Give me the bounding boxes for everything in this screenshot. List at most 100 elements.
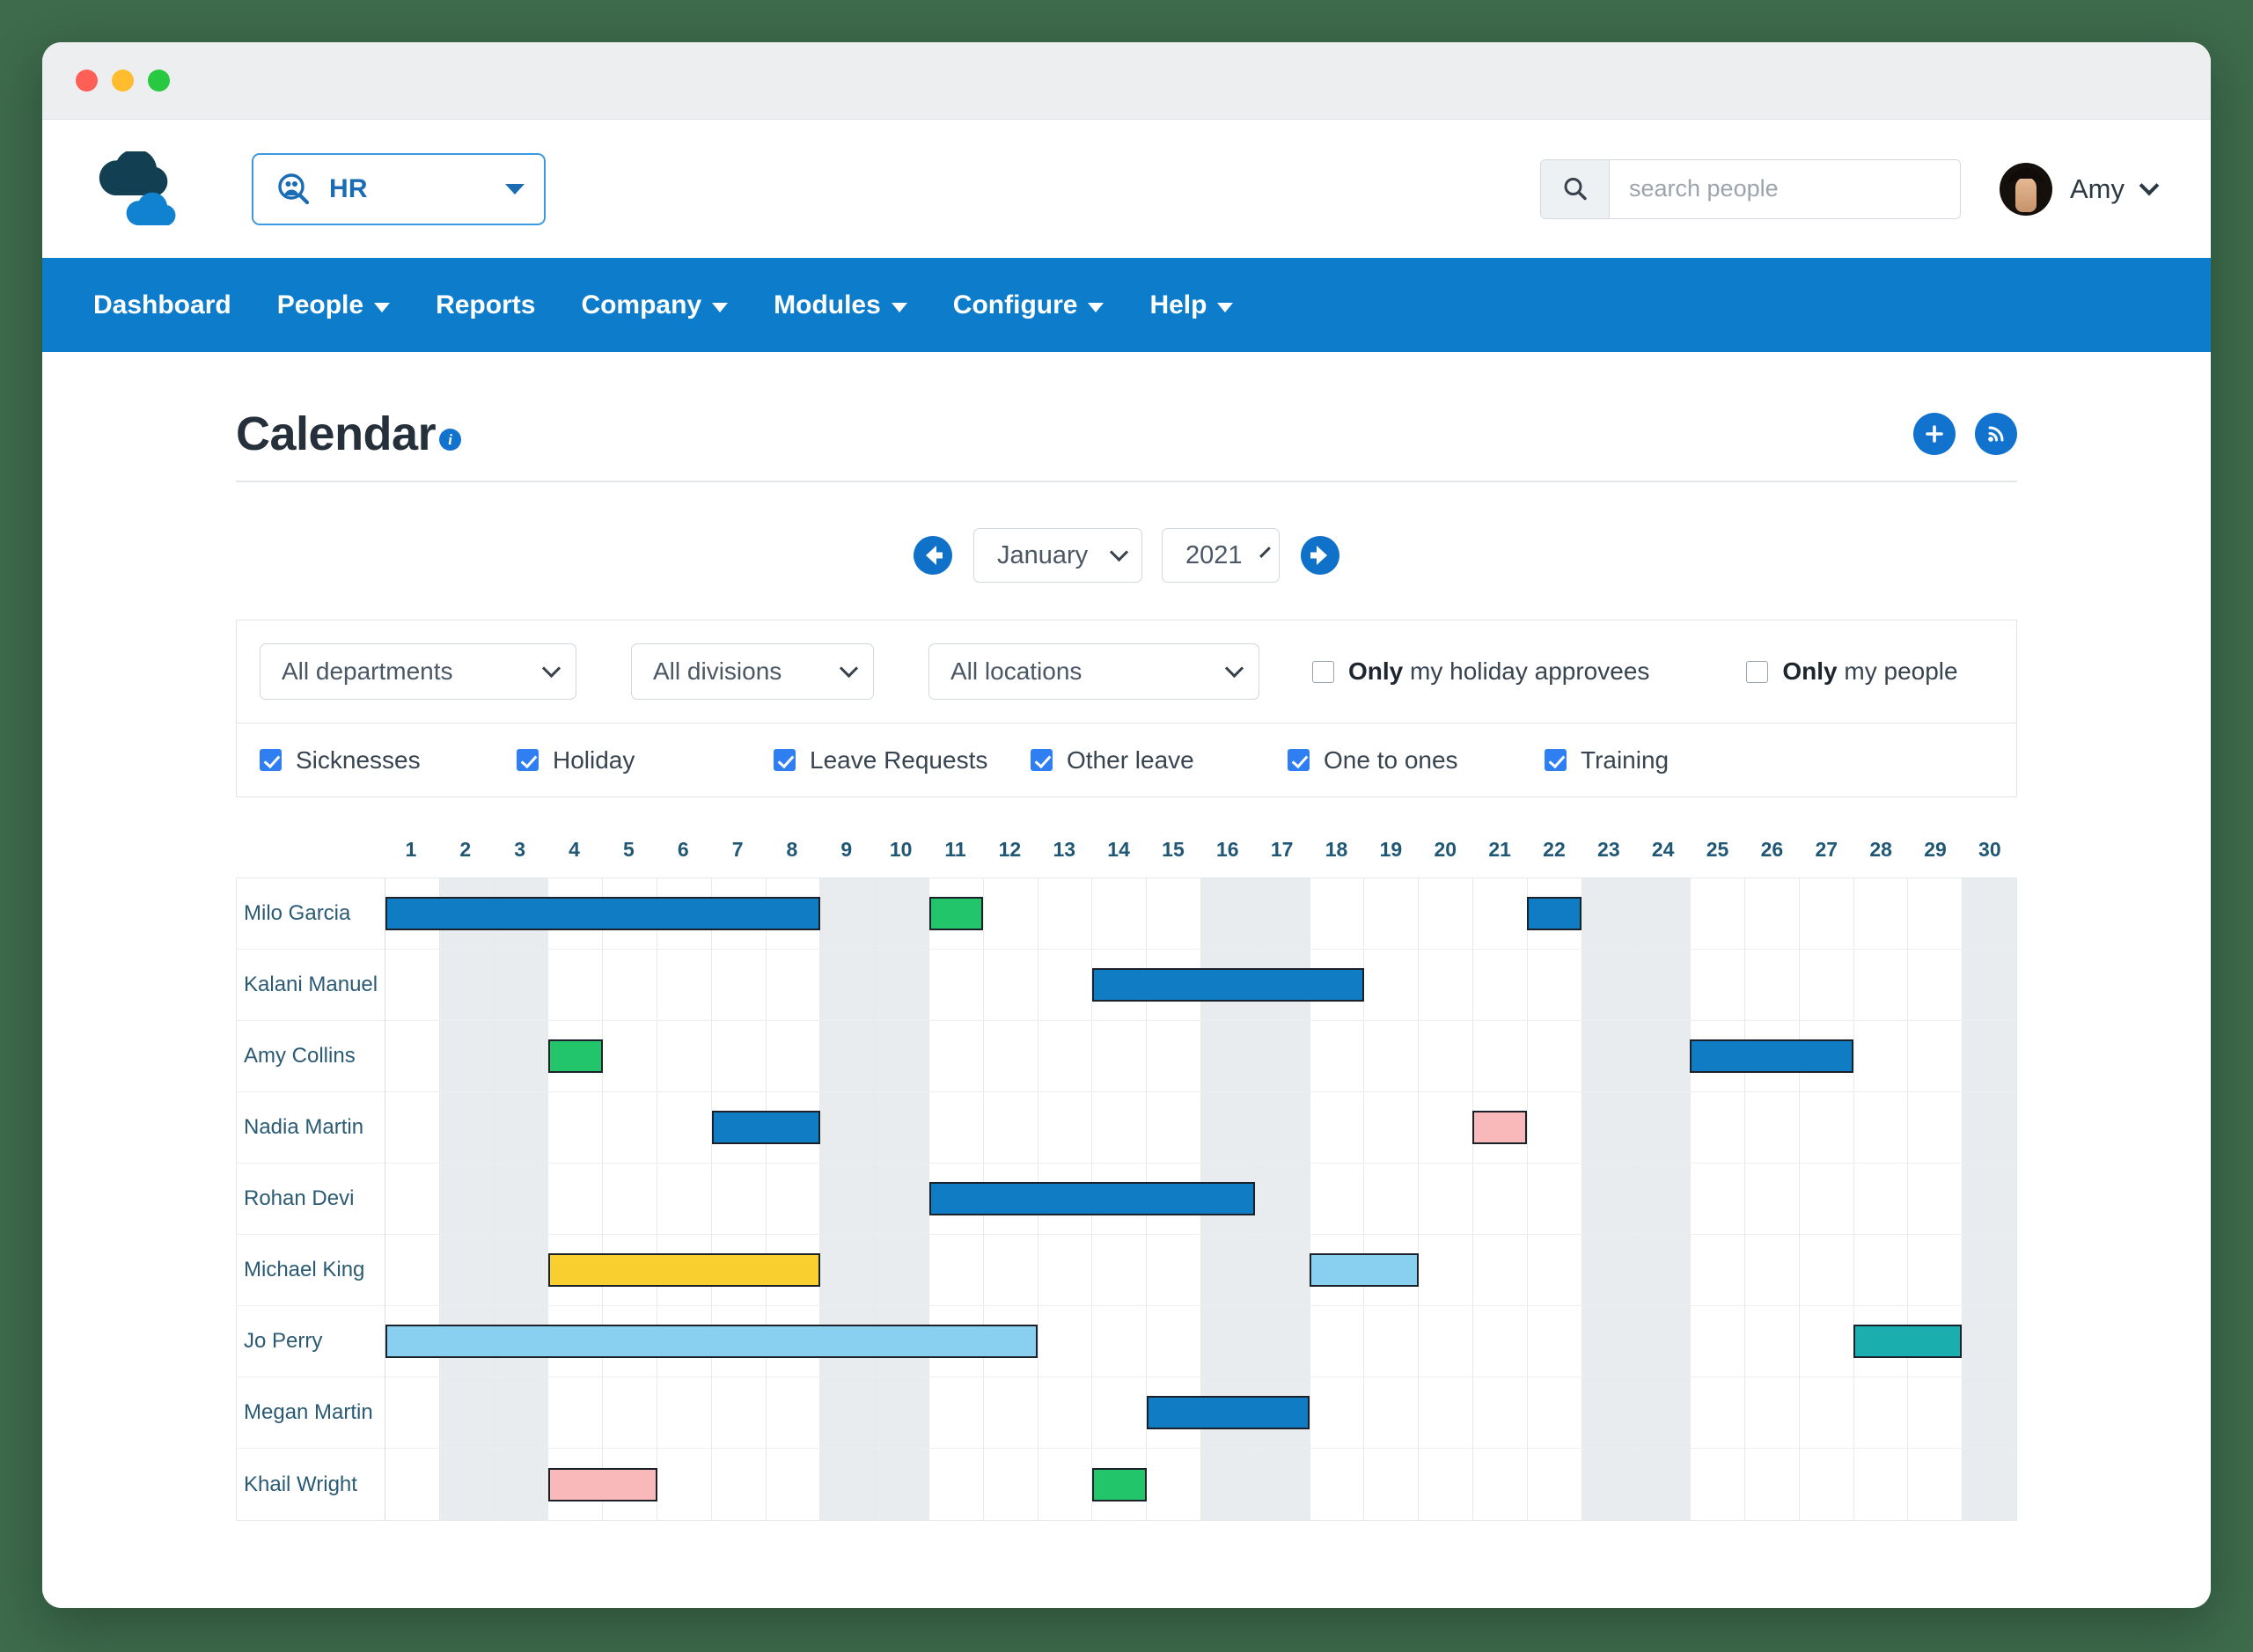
employee-name[interactable]: Rohan Devi	[237, 1164, 385, 1235]
day-cell[interactable]	[1691, 878, 1745, 949]
employee-name[interactable]: Milo Garcia	[237, 878, 385, 950]
day-cell[interactable]	[1691, 1092, 1745, 1163]
day-cell[interactable]	[1800, 1306, 1854, 1377]
day-cell[interactable]	[1800, 1377, 1854, 1448]
weekend-cell[interactable]	[494, 1092, 549, 1163]
day-cell[interactable]	[1745, 950, 1800, 1020]
day-cell[interactable]	[1092, 878, 1148, 949]
search-input[interactable]	[1610, 159, 1960, 218]
employee-name[interactable]: Jo Perry	[237, 1306, 385, 1377]
weekend-cell[interactable]	[820, 1377, 876, 1448]
calendar-event-bar[interactable]	[928, 1182, 1256, 1215]
day-cell[interactable]	[1800, 1449, 1854, 1520]
day-cell[interactable]	[1419, 950, 1473, 1020]
weekend-cell[interactable]	[820, 1021, 876, 1091]
weekend-cell[interactable]	[820, 1092, 876, 1163]
day-cell[interactable]	[1038, 950, 1093, 1020]
weekend-cell[interactable]	[1255, 1092, 1310, 1163]
weekend-cell[interactable]	[1963, 1449, 2016, 1520]
weekend-cell[interactable]	[1636, 950, 1692, 1020]
weekend-cell[interactable]	[1636, 1306, 1692, 1377]
weekend-cell[interactable]	[494, 950, 549, 1020]
weekend-cell[interactable]	[1200, 878, 1256, 949]
weekend-cell[interactable]	[1582, 1235, 1637, 1305]
day-cell[interactable]	[984, 878, 1038, 949]
cloud-logo-icon[interactable]	[93, 148, 185, 227]
day-cell[interactable]	[385, 1092, 440, 1163]
day-cell[interactable]	[1691, 1449, 1745, 1520]
day-cell[interactable]	[984, 1235, 1038, 1305]
day-cell[interactable]	[1147, 1306, 1201, 1377]
day-cell[interactable]	[712, 1377, 767, 1448]
day-cell[interactable]	[1908, 950, 1963, 1020]
day-cell[interactable]	[1473, 1164, 1528, 1234]
day-cell[interactable]	[1364, 1449, 1420, 1520]
day-cell[interactable]	[548, 1092, 604, 1163]
only-my-people-checkbox[interactable]: Only my people	[1746, 657, 1958, 686]
weekend-cell[interactable]	[1582, 1092, 1637, 1163]
calendar-event-bar[interactable]	[548, 1039, 604, 1073]
nav-item-company[interactable]: Company	[558, 290, 751, 320]
weekend-cell[interactable]	[820, 1164, 876, 1234]
weekend-cell[interactable]	[494, 1164, 549, 1234]
legend-item-holiday[interactable]: Holiday	[517, 746, 774, 775]
weekend-cell[interactable]	[820, 878, 876, 949]
legend-item-one-to-ones[interactable]: One to ones	[1288, 746, 1545, 775]
day-cell[interactable]	[1092, 1092, 1148, 1163]
day-cell[interactable]	[603, 1092, 657, 1163]
weekend-cell[interactable]	[1582, 1021, 1637, 1091]
day-cell[interactable]	[1419, 1306, 1473, 1377]
day-cell[interactable]	[1038, 1449, 1093, 1520]
weekend-cell[interactable]	[875, 1021, 929, 1091]
day-cell[interactable]	[657, 950, 712, 1020]
day-cell[interactable]	[1364, 1306, 1420, 1377]
day-cell[interactable]	[603, 1164, 657, 1234]
day-cell[interactable]	[1854, 878, 1909, 949]
weekend-cell[interactable]	[1582, 950, 1637, 1020]
nav-item-people[interactable]: People	[254, 290, 413, 320]
weekend-cell[interactable]	[1963, 1164, 2016, 1234]
day-cell[interactable]	[1038, 1377, 1093, 1448]
day-cell[interactable]	[1419, 1377, 1473, 1448]
day-cell[interactable]	[1147, 1235, 1201, 1305]
previous-month-button[interactable]	[912, 534, 954, 576]
calendar-event-bar[interactable]	[1146, 1396, 1310, 1429]
day-cell[interactable]	[712, 1164, 767, 1234]
calendar-event-bar[interactable]	[1853, 1325, 1963, 1358]
nav-item-dashboard[interactable]: Dashboard	[93, 290, 254, 320]
only-holiday-approvees-checkbox[interactable]: Only my holiday approvees	[1312, 657, 1649, 686]
maximize-window-button[interactable]	[148, 70, 170, 92]
weekend-cell[interactable]	[1255, 1449, 1310, 1520]
weekend-cell[interactable]	[875, 1449, 929, 1520]
day-cell[interactable]	[1691, 1164, 1745, 1234]
day-cell[interactable]	[1419, 1092, 1473, 1163]
day-cell[interactable]	[1038, 1235, 1093, 1305]
day-cell[interactable]	[929, 1235, 984, 1305]
day-cell[interactable]	[1310, 1449, 1365, 1520]
day-cell[interactable]	[603, 1377, 657, 1448]
day-cell[interactable]	[385, 1449, 440, 1520]
weekend-cell[interactable]	[494, 1021, 549, 1091]
day-cell[interactable]	[1854, 1449, 1909, 1520]
day-cell[interactable]	[1854, 950, 1909, 1020]
weekend-cell[interactable]	[1963, 1021, 2016, 1091]
day-cell[interactable]	[1419, 1164, 1473, 1234]
weekend-cell[interactable]	[1200, 1306, 1256, 1377]
employee-name[interactable]: Amy Collins	[237, 1021, 385, 1092]
day-cell[interactable]	[1528, 1449, 1582, 1520]
day-cell[interactable]	[1092, 1235, 1148, 1305]
weekend-cell[interactable]	[1255, 878, 1310, 949]
day-cell[interactable]	[1745, 1235, 1800, 1305]
day-cell[interactable]	[1147, 1092, 1201, 1163]
month-select[interactable]: January	[973, 528, 1142, 583]
module-selector[interactable]: HR	[252, 152, 546, 225]
day-cell[interactable]	[1092, 1021, 1148, 1091]
day-cell[interactable]	[1854, 1377, 1909, 1448]
day-cell[interactable]	[1473, 1021, 1528, 1091]
day-cell[interactable]	[1310, 1092, 1365, 1163]
day-cell[interactable]	[1038, 878, 1093, 949]
day-cell[interactable]	[657, 1021, 712, 1091]
day-cell[interactable]	[1854, 1021, 1909, 1091]
calendar-event-bar[interactable]	[1091, 1467, 1147, 1501]
nav-item-help[interactable]: Help	[1126, 290, 1256, 320]
